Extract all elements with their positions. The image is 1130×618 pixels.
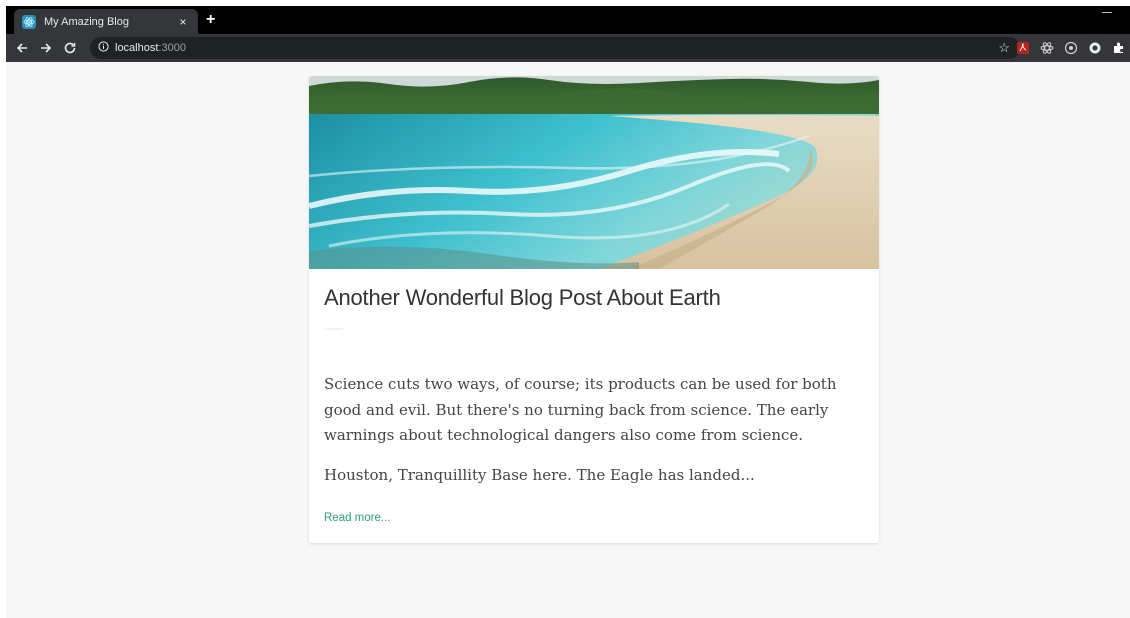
puzzle-icon[interactable] <box>1112 41 1126 55</box>
star-icon[interactable]: ☆ <box>998 40 1010 56</box>
new-tab-button[interactable]: + <box>206 10 215 30</box>
record-extension-icon[interactable] <box>1088 41 1102 55</box>
url-host: localhost <box>115 42 159 54</box>
reload-icon[interactable] <box>58 36 82 60</box>
forward-arrow-icon[interactable] <box>34 36 58 60</box>
post-title[interactable]: Another Wonderful Blog Post About Earth <box>324 285 721 311</box>
blog-post-card: Another Wonderful Blog Post About Earth … <box>309 76 879 543</box>
browser-window: My Amazing Blog × + localhost:3000 ☆ An… <box>6 6 1130 618</box>
tab-title: My Amazing Blog <box>44 15 129 28</box>
pdf-extension-icon[interactable] <box>1016 41 1030 55</box>
address-bar[interactable]: localhost:3000 ☆ <box>90 37 1020 59</box>
post-hero-image[interactable] <box>309 76 879 269</box>
react-extension-icon[interactable] <box>1040 41 1054 55</box>
page-viewport: Another Wonderful Blog Post About Earth … <box>6 62 1130 618</box>
info-icon[interactable] <box>98 39 109 57</box>
minimize-window-button[interactable] <box>1102 12 1112 13</box>
post-excerpt-second: Houston, Tranquillity Base here. The Eag… <box>324 466 755 484</box>
read-more-link[interactable]: Read more... <box>324 512 390 524</box>
post-excerpt: Science cuts two ways, of course; its pr… <box>324 375 837 444</box>
extension-circle-icon[interactable] <box>1064 41 1078 55</box>
browser-toolbar: localhost:3000 ☆ <box>6 34 1130 62</box>
tab-my-amazing-blog[interactable]: My Amazing Blog × <box>14 9 198 34</box>
react-favicon-icon <box>22 14 36 29</box>
title-divider <box>325 328 343 330</box>
tab-strip: My Amazing Blog × + <box>6 6 1130 34</box>
back-arrow-icon[interactable] <box>10 36 34 60</box>
extensions-area <box>1016 34 1130 62</box>
url-port: :3000 <box>158 42 186 54</box>
close-tab-icon[interactable]: × <box>176 15 190 29</box>
